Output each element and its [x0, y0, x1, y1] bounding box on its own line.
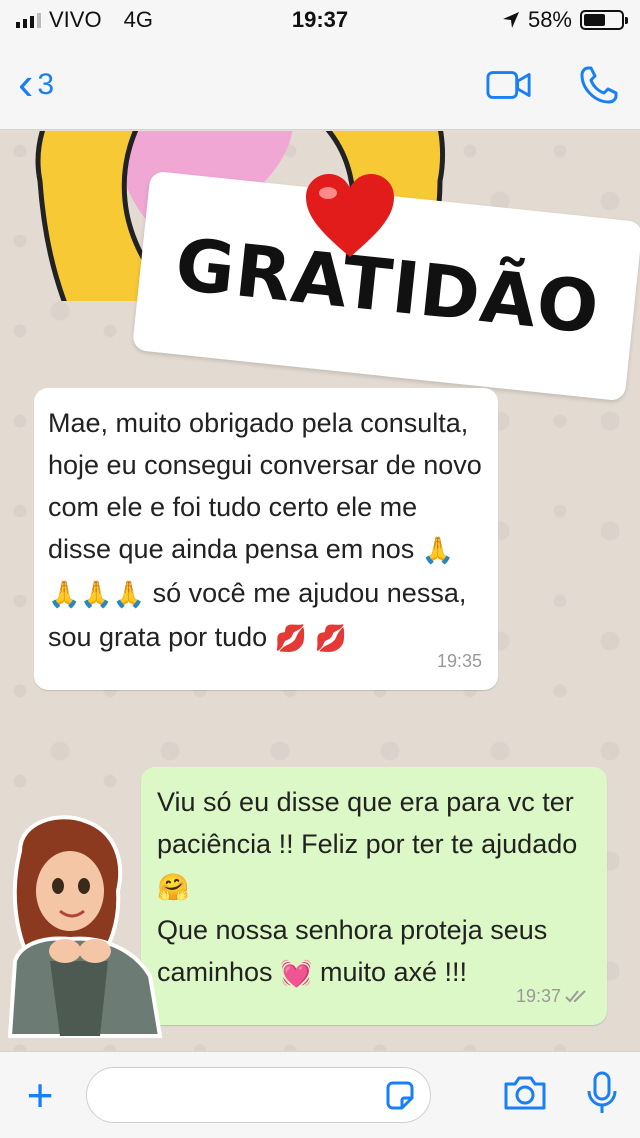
red-heart-icon	[306, 174, 394, 257]
outgoing-message-text-1: Viu só eu disse que era para vc ter paci…	[157, 787, 582, 859]
outgoing-message-text-3: muito axé !!!	[319, 956, 468, 987]
praying-hands-icon: 🙏	[421, 535, 455, 566]
location-arrow-icon	[502, 12, 519, 28]
camera-button[interactable]	[502, 1074, 548, 1117]
praying-hands-icon: 🙏🙏🙏	[48, 579, 146, 610]
sticker-button[interactable]	[384, 1080, 416, 1112]
camera-icon	[504, 1076, 546, 1109]
microphone-button[interactable]	[586, 1071, 618, 1120]
carrier-label: VIVO	[49, 7, 102, 32]
battery-icon	[580, 10, 628, 30]
microphone-icon	[587, 1071, 617, 1113]
sparkling-heart-icon: 💓	[280, 958, 313, 989]
kiss-mark-icon: 💋	[314, 623, 347, 654]
attach-plus-button[interactable]: +	[14, 1072, 66, 1118]
back-count: 3	[37, 67, 55, 101]
double-check-icon	[565, 990, 586, 1003]
cartoon-girl-icon	[7, 815, 163, 1038]
status-bar: VIVO 4G 19:37 58%	[0, 0, 640, 40]
message-input[interactable]	[103, 1081, 373, 1109]
video-call-button[interactable]	[486, 62, 532, 108]
incoming-message[interactable]: Mae, muito obrigado pela consulta, hoje …	[34, 388, 498, 690]
gratidao-sticker[interactable]: GRATIDÃO	[20, 131, 640, 421]
video-camera-icon	[486, 70, 531, 99]
message-field[interactable]	[86, 1067, 431, 1123]
chevron-left-icon: ‹	[18, 56, 34, 109]
sticker-icon	[386, 1081, 414, 1110]
input-bar: +	[0, 1051, 640, 1138]
outgoing-time-label: 19:37	[515, 985, 561, 1006]
kiss-mark-icon: 💋	[274, 623, 308, 654]
network-label: 4G	[123, 7, 153, 32]
chat-header: ‹ 3	[0, 40, 640, 130]
phone-icon	[580, 66, 618, 103]
signal-icon	[16, 12, 41, 28]
back-button[interactable]: ‹ 3	[18, 60, 55, 106]
incoming-message-time: 19:35	[436, 650, 482, 671]
battery-percent: 58%	[527, 7, 572, 32]
cartoon-girl-sticker[interactable]	[0, 811, 170, 1041]
status-time: 19:37	[291, 7, 349, 32]
outgoing-message-time: 19:37	[516, 975, 591, 1017]
chat-area[interactable]: GRATIDÃO Mae, muito obrigado pela consul…	[0, 131, 640, 1051]
outgoing-message[interactable]: Viu só eu disse que era para vc ter paci…	[141, 767, 607, 1025]
voice-call-button[interactable]	[576, 62, 622, 108]
